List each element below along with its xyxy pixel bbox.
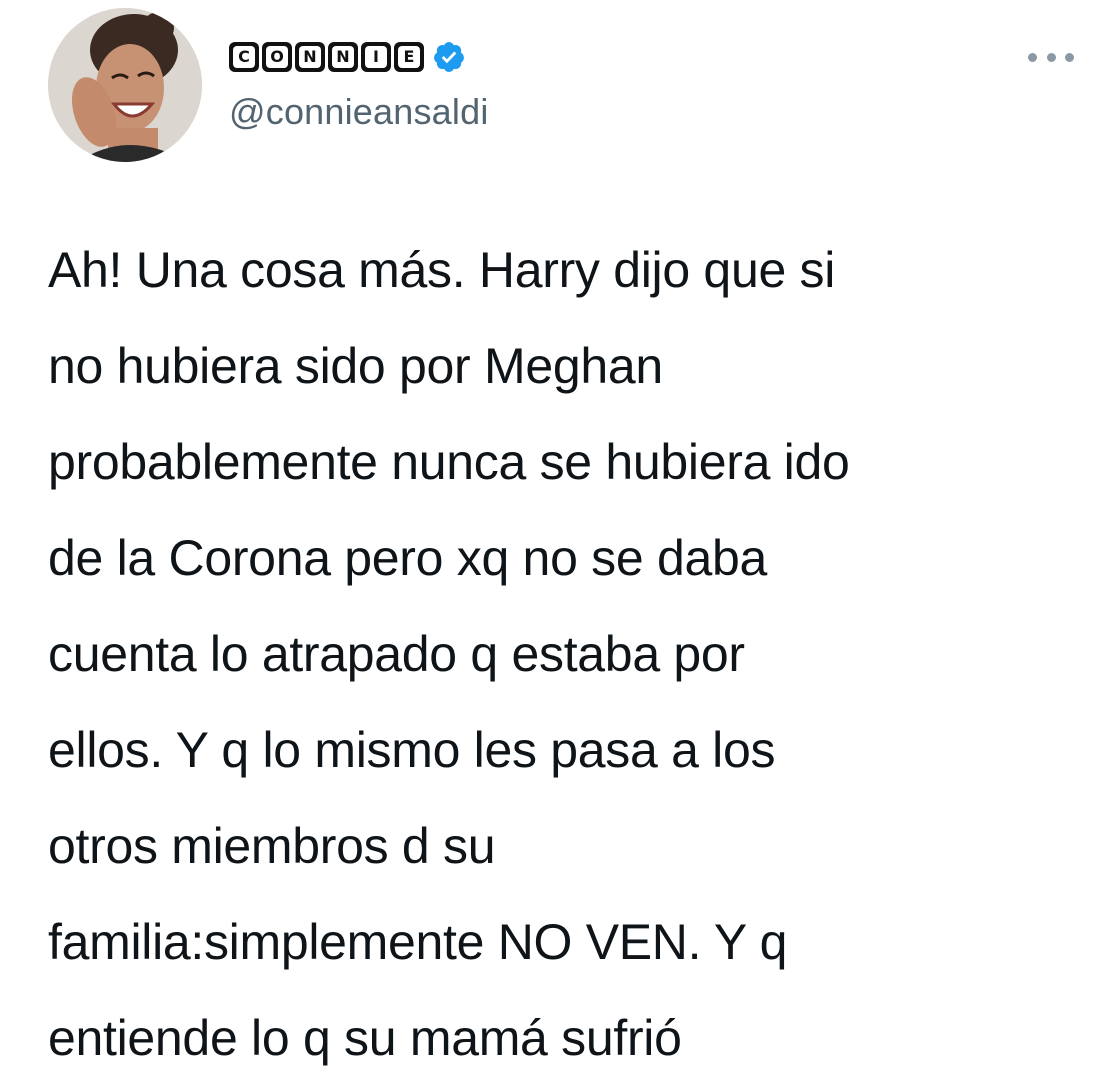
author-name-row[interactable]: C O N N I E (229, 40, 466, 74)
name-tile-letter: I (365, 46, 387, 68)
tweet-text-line: cuenta lo atrapado q estaba por (48, 626, 745, 682)
name-tile: E (394, 42, 424, 72)
tweet-text-line: no hubiera sido por Meghan (48, 338, 663, 394)
profile-photo (48, 8, 202, 162)
tweet-text: Ah! Una cosa más. Harry dijo que si no h… (48, 222, 1088, 1086)
name-tile: C (229, 42, 259, 72)
name-tile-letter: C (233, 46, 255, 68)
more-dot (1046, 52, 1056, 62)
verified-badge-icon (434, 42, 464, 72)
tweet-text-line: otros miembros d su (48, 818, 496, 874)
tweet-text-line: Ah! Una cosa más. Harry dijo que si (48, 242, 836, 298)
more-options-icon[interactable] (1028, 42, 1074, 72)
name-tile: N (295, 42, 325, 72)
author-handle[interactable]: @connieansaldi (229, 90, 489, 134)
name-tile: N (328, 42, 358, 72)
tweet-text-line: familia:simplemente NO VEN. Y q (48, 914, 788, 970)
display-name[interactable]: C O N N I E (229, 42, 424, 72)
name-tile-letter: O (266, 46, 288, 68)
name-tile: I (361, 42, 391, 72)
tweet: C O N N I E @connieansaldi Ah! Una cosa … (0, 0, 1094, 1072)
more-dot (1065, 52, 1074, 62)
name-tile-letter: E (398, 46, 420, 68)
tweet-text-line: ellos. Y q lo mismo les pasa a los (48, 722, 776, 778)
tweet-text-line: de la Corona pero xq no se daba (48, 530, 767, 586)
name-tile-letter: N (332, 46, 354, 68)
more-dot (1028, 52, 1037, 62)
tweet-text-line: probablemente nunca se hubiera ido (48, 434, 850, 490)
avatar[interactable] (48, 8, 202, 162)
name-tile-letter: N (299, 46, 321, 68)
name-tile: O (262, 42, 292, 72)
